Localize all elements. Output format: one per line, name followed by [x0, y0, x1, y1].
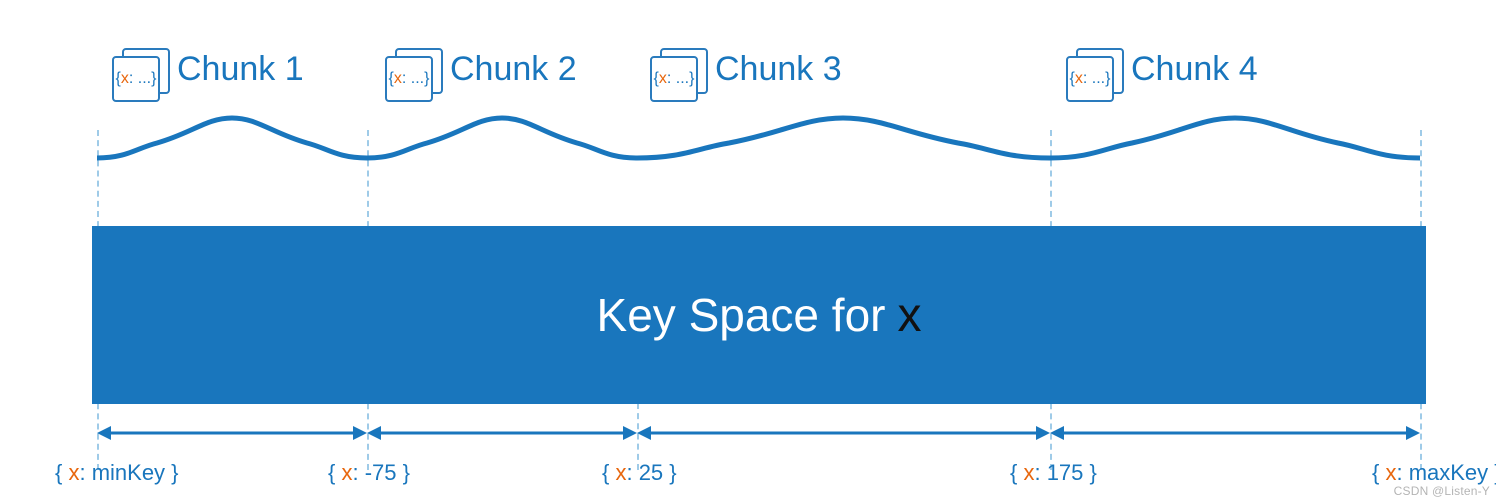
chunk-doc-icon-4: {x: ...} — [1066, 48, 1124, 98]
brace-2 — [367, 110, 637, 165]
range-arrow-3 — [637, 420, 1050, 446]
brace-1 — [97, 110, 367, 165]
keyspace-var: x — [897, 288, 921, 343]
chunk-doc-icon-3: {x: ...} — [650, 48, 708, 98]
boundary-label-2: { x: 25 } — [602, 460, 677, 486]
diagram-canvas: Key Space for x {x: ...} Chunk 1 {x: ...… — [0, 0, 1496, 500]
chunk-doc-icon-2: {x: ...} — [385, 48, 443, 98]
watermark: CSDN @Listen-Y — [1394, 484, 1490, 498]
chunk-label-1: Chunk 1 — [177, 50, 304, 89]
brace-4 — [1050, 110, 1420, 165]
chunk-label-4: Chunk 4 — [1131, 50, 1258, 89]
range-arrow-2 — [367, 420, 637, 446]
brace-3 — [637, 110, 1050, 165]
range-arrow-4 — [1050, 420, 1420, 446]
boundary-label-1: { x: -75 } — [328, 460, 410, 486]
chunk-label-3: Chunk 3 — [715, 50, 842, 89]
range-arrow-1 — [97, 420, 367, 446]
boundary-label-3: { x: 175 } — [1010, 460, 1097, 486]
keyspace-bar: Key Space for x — [92, 226, 1426, 404]
chunk-label-2: Chunk 2 — [450, 50, 577, 89]
boundary-label-4: { x: maxKey } — [1372, 460, 1496, 486]
boundary-label-0: { x: minKey } — [55, 460, 179, 486]
chunk-doc-icon-1: {x: ...} — [112, 48, 170, 98]
keyspace-title: Key Space for — [597, 288, 886, 342]
